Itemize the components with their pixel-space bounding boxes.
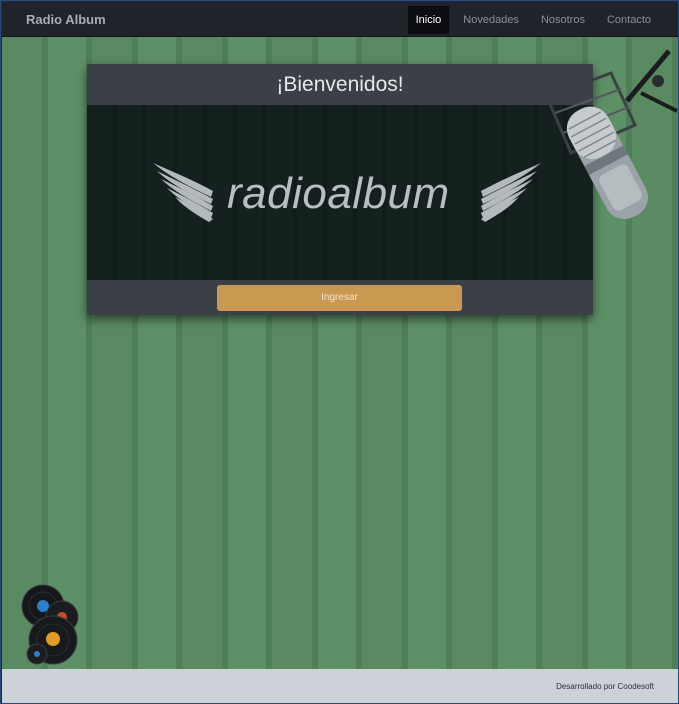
microphone-icon — [545, 49, 678, 220]
footer: Desarrollado por Coodesoft — [2, 669, 678, 703]
navbar: Radio Album Inicio Novedades Nosotros Co… — [2, 2, 678, 37]
welcome-card: ¡Bienvenidos! radioalbum Ingresar — [87, 64, 593, 315]
logo-banner: radioalbum — [87, 105, 593, 280]
nav-menu: Inicio Novedades Nosotros Contacto — [402, 6, 659, 34]
nav-item-inicio[interactable]: Inicio — [407, 6, 450, 34]
nav-item-novedades[interactable]: Novedades — [455, 6, 527, 34]
page-frame: Radio Album Inicio Novedades Nosotros Co… — [0, 0, 679, 704]
right-wing-icon — [481, 163, 541, 222]
welcome-title: ¡Bienvenidos! — [276, 73, 404, 96]
vinyl-records-icon — [21, 584, 79, 665]
nav-item-contacto[interactable]: Contacto — [599, 6, 659, 34]
card-footer: Ingresar — [87, 280, 593, 315]
brand-link[interactable]: Radio Album — [26, 12, 106, 27]
nav-item-nosotros[interactable]: Nosotros — [533, 6, 593, 34]
developer-credit: Desarrollado por Coodesoft — [556, 682, 654, 691]
ingresar-button[interactable]: Ingresar — [217, 285, 462, 311]
logo-text: radioalbum — [227, 169, 450, 218]
left-wing-icon — [153, 163, 213, 222]
